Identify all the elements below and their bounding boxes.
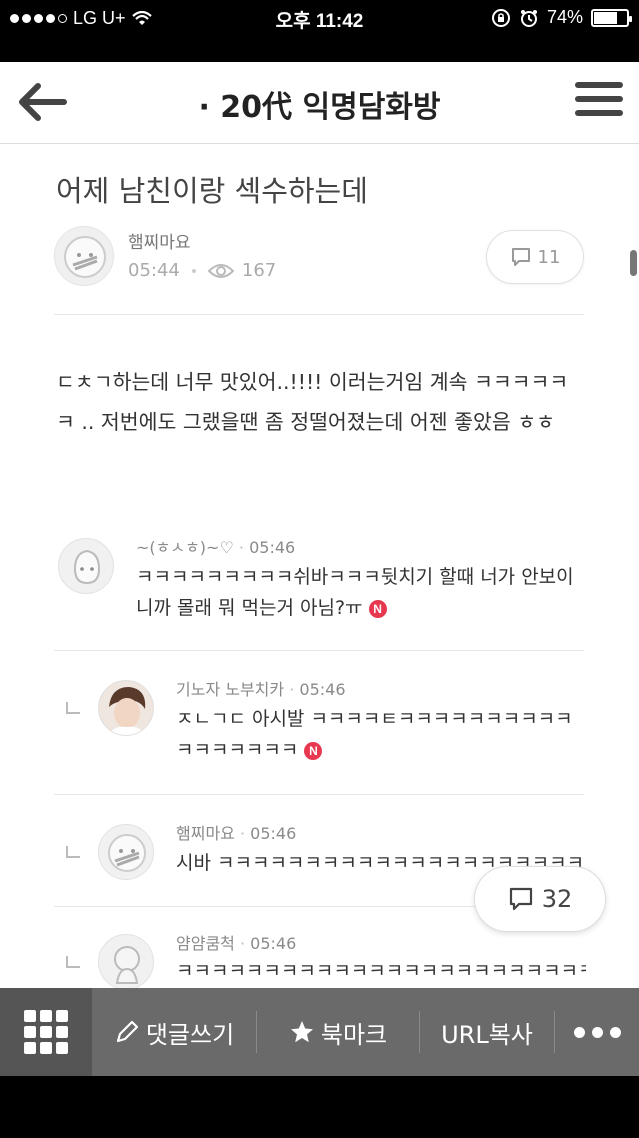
- post-title: 어제 남친이랑 섹수하는데: [56, 174, 368, 208]
- new-badge: N: [368, 600, 387, 618]
- comment-author-name[interactable]: 기노자 노부치카: [176, 680, 284, 699]
- post-meta: 05:44 167: [128, 260, 276, 281]
- comment-author: 기노자 노부치카 · 05:46: [176, 680, 346, 699]
- eye-icon: [207, 263, 234, 278]
- menu-button[interactable]: [575, 82, 623, 122]
- bottom-toolbar: 댓글쓰기 북마크 URL복사: [0, 988, 639, 1076]
- scrollbar[interactable]: [630, 250, 637, 276]
- bookmark-label: 북마크: [320, 1020, 388, 1049]
- peach-avatar-icon: [73, 549, 101, 585]
- alarm-icon: [520, 9, 537, 27]
- comment-text: ㅋㅋㅋㅋㅋㅋㅋㅋㅋㅋㅋㅋㅋㅋㅋㅋㅋㅋㅋㅋㅋㅋㅋㅋㅋㅋ: [176, 956, 586, 987]
- post-body: ㄷㅊㄱ하는데 너무 맛있어..!!!! 이러는거임 계속 ㅋㅋㅋㅋㅋㅋ .. 저…: [56, 370, 569, 434]
- comment-time: 05:46: [250, 934, 297, 953]
- divider: [54, 314, 584, 315]
- author-name[interactable]: 햄찌마요: [128, 228, 191, 253]
- floating-comment-count: 32: [541, 885, 573, 913]
- speech-bubble-icon: [509, 887, 532, 911]
- copy-url-button[interactable]: URL복사: [420, 988, 554, 1076]
- app-content: · 20代 익명담화방 어제 남친이랑 섹수하는데 햄찌마요 05:44 167…: [0, 62, 639, 1076]
- star-icon: [290, 1021, 313, 1043]
- comment-body: ㅋㅋㅋㅋㅋㅋㅋㅋㅋ쉬바ㅋㅋㅋ뒷치기 할때 너가 안보이니까 몰래 뭐 먹는거 아…: [136, 566, 574, 619]
- floating-comment-button[interactable]: 32: [474, 866, 606, 932]
- comment-body: ㅋㅋㅋㅋㅋㅋㅋㅋㅋㅋㅋㅋㅋㅋㅋㅋㅋㅋㅋㅋㅋㅋㅋㅋㅋㅋ: [176, 960, 586, 982]
- battery-icon: [591, 8, 632, 27]
- bottom-bezel: [0, 1076, 639, 1138]
- comment-time: 05:46: [299, 680, 346, 699]
- meta-separator: [191, 268, 196, 273]
- page-title: · 20代 익명담화방: [198, 90, 441, 125]
- avatar[interactable]: [98, 824, 154, 880]
- comment-author-name[interactable]: 햄찌마요: [176, 824, 235, 843]
- new-badge: N: [304, 742, 323, 760]
- reply-arrow-icon: [66, 702, 80, 714]
- comment-author-name[interactable]: 얌얌쿰척: [176, 934, 235, 953]
- reply-arrow-icon: [66, 846, 80, 858]
- character-avatar-icon: [114, 946, 140, 984]
- divider: [54, 794, 584, 795]
- comment-author-name[interactable]: ~(ㅎㅅㅎ)~♡: [136, 538, 234, 557]
- nav-bar: · 20代 익명담화방: [0, 62, 639, 144]
- comment-count-button[interactable]: 11: [486, 230, 584, 284]
- status-bar: LG U+ 오후 11:42 74%: [0, 0, 639, 62]
- copy-url-label: URL복사: [441, 1020, 533, 1049]
- bookmark-button[interactable]: 북마크: [257, 988, 419, 1076]
- pencil-icon: [116, 1020, 138, 1043]
- comment-time: 05:46: [249, 538, 296, 557]
- write-comment-button[interactable]: 댓글쓰기: [92, 988, 256, 1076]
- avatar[interactable]: [98, 934, 154, 990]
- avatar[interactable]: [58, 538, 114, 594]
- comment-author: ~(ㅎㅅㅎ)~♡ · 05:46: [136, 538, 296, 557]
- divider: [54, 650, 584, 651]
- reply-arrow-icon: [66, 956, 80, 968]
- hamburger-menu-icon: [575, 82, 623, 88]
- write-comment-label: 댓글쓰기: [145, 1020, 235, 1049]
- battery-percentage: 74%: [546, 7, 583, 27]
- grid-icon: [24, 1010, 68, 1054]
- comment-author: 햄찌마요 · 05:46: [176, 824, 297, 843]
- comment-body: ㅈㄴㄱㄷ 아시발 ㅋㅋㅋㅋㅌㅋㅋㅋㅋㅋㅋㅋㅋㅋㅋㅋㅋㅋㅋㅋㅋㅋ: [176, 708, 573, 761]
- post-time: 05:44: [128, 260, 180, 281]
- comment-time: 05:46: [250, 824, 297, 843]
- more-options-button[interactable]: [555, 988, 639, 1076]
- comment-text: ㅈㄴㄱㄷ 아시발 ㅋㅋㅋㅋㅌㅋㅋㅋㅋㅋㅋㅋㅋㅋㅋㅋㅋㅋㅋㅋㅋㅋ N: [176, 704, 586, 766]
- hamster-avatar-icon: [64, 236, 106, 278]
- view-count: 167: [241, 260, 277, 281]
- comment-text: ㅋㅋㅋㅋㅋㅋㅋㅋㅋ쉬바ㅋㅋㅋ뒷치기 할때 너가 안보이니까 몰래 뭐 먹는거 아…: [136, 562, 586, 624]
- hamster-avatar-icon: [108, 834, 146, 872]
- comment-author: 얌얌쿰척 · 05:46: [176, 934, 297, 953]
- rotation-lock-icon: [491, 8, 510, 27]
- status-right: 74%: [491, 7, 632, 28]
- more-dots-icon: [573, 1026, 585, 1038]
- grid-menu-button[interactable]: [0, 988, 92, 1076]
- avatar[interactable]: [54, 226, 114, 286]
- comment-count: 11: [537, 246, 561, 268]
- profile-photo-icon: [99, 681, 153, 735]
- avatar[interactable]: [98, 680, 154, 736]
- speech-bubble-icon: [511, 248, 530, 266]
